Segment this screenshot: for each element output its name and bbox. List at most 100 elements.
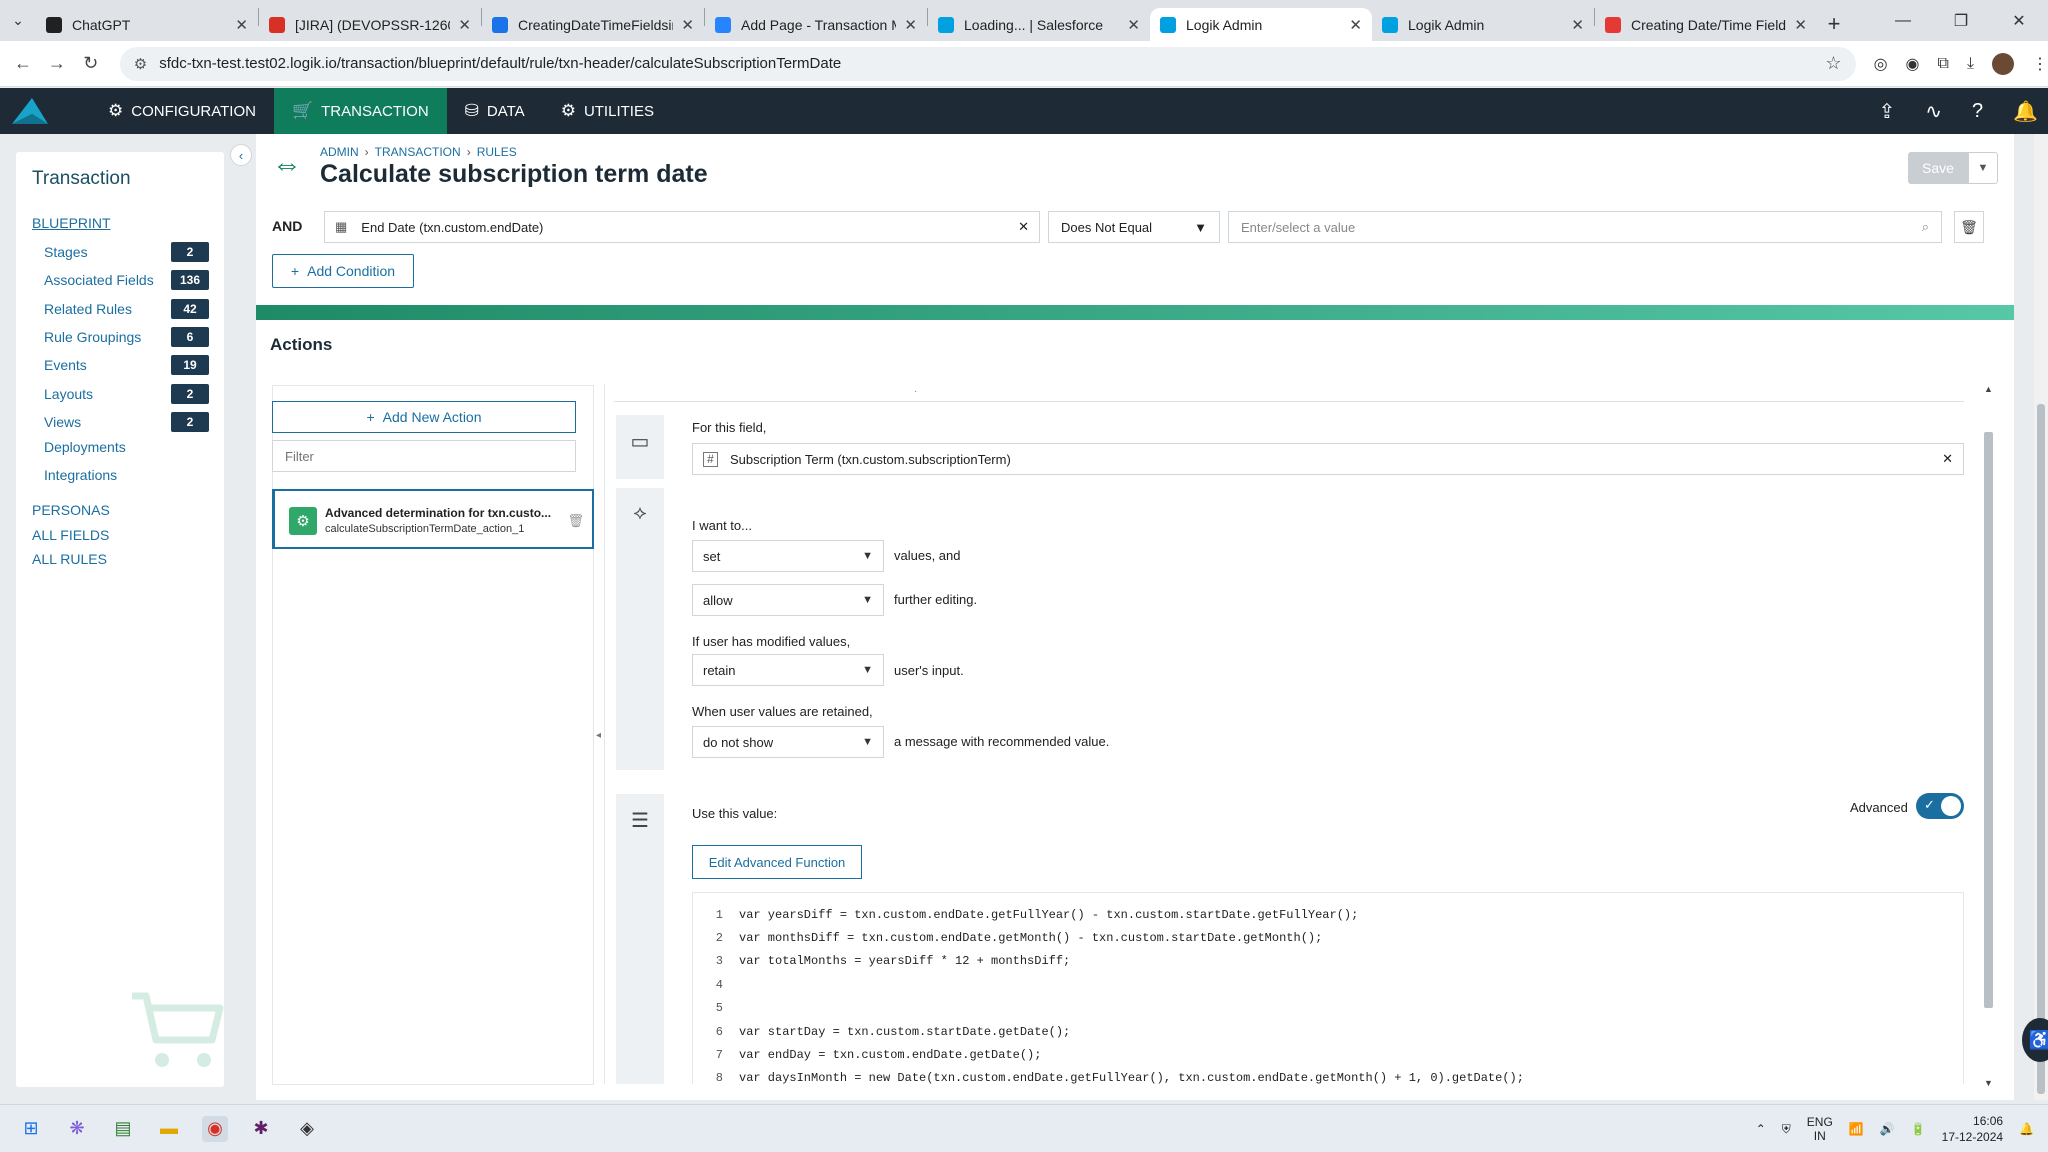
retain-input-select[interactable]: retain ▼ (692, 654, 884, 686)
sidebar-all-fields-link[interactable]: ALL FIELDS (32, 527, 109, 543)
close-tab-icon[interactable]: ✕ (235, 16, 248, 34)
nav-utilities[interactable]: ⚙ UTILITIES (543, 88, 672, 134)
page-scrollbar[interactable] (2034, 134, 2048, 1100)
browser-tab[interactable]: ChatGPT ✕ (36, 8, 258, 41)
advanced-toggle[interactable]: ✓ (1916, 793, 1964, 819)
wifi-icon[interactable]: 📶 (1849, 1122, 1864, 1136)
app-icon[interactable]: ◈ (294, 1116, 320, 1142)
restore-icon[interactable]: ❐ (1932, 0, 1990, 41)
nav-transaction[interactable]: 🛒 TRANSACTION (273, 88, 447, 134)
sidebar-item-related-rules[interactable]: Related Rules 42 (44, 298, 209, 320)
sidebar-item-views[interactable]: Views 2 (44, 411, 209, 433)
condition-value-input[interactable]: Enter/select a value ⌕ (1228, 211, 1942, 243)
close-tab-icon[interactable]: ✕ (1794, 16, 1807, 34)
sidebar-all-rules-link[interactable]: ALL RULES (32, 551, 107, 567)
tray-overflow-icon[interactable]: ⌃ (1756, 1122, 1766, 1136)
sidebar-item-rule-groupings[interactable]: Rule Groupings 6 (44, 326, 209, 348)
close-tab-icon[interactable]: ✕ (904, 16, 917, 34)
sidebar-item-deployments[interactable]: Deployments (44, 436, 209, 458)
scroll-down-icon[interactable]: ▼ (1984, 1078, 1993, 1088)
copilot-icon[interactable]: ❋ (64, 1116, 90, 1142)
close-tab-icon[interactable]: ✕ (458, 16, 471, 34)
clock[interactable]: 16:06 17-12-2024 (1942, 1113, 2003, 1145)
site-info-icon[interactable]: ⚙ (134, 55, 147, 73)
battery-icon[interactable]: 🔋 (1911, 1122, 1926, 1136)
sidebar-item-stages[interactable]: Stages 2 (44, 241, 209, 263)
edit-advanced-function-button[interactable]: Edit Advanced Function (692, 845, 862, 879)
code-editor[interactable]: 1 var yearsDiff = txn.custom.endDate.getF… (692, 892, 1964, 1084)
minimize-icon[interactable]: — (1874, 0, 1932, 41)
close-window-icon[interactable]: ✕ (1990, 0, 2048, 41)
browser-tab[interactable]: Loading... | Salesforce ✕ (928, 8, 1150, 41)
notification-icon[interactable]: 🔔 (2019, 1122, 2034, 1136)
breadcrumb-transaction[interactable]: TRANSACTION (375, 145, 461, 159)
close-tab-icon[interactable]: ✕ (1571, 16, 1584, 34)
target-field-select[interactable]: # Subscription Term (txn.custom.subscrip… (692, 443, 1964, 475)
file-explorer-icon[interactable]: ▬ (156, 1116, 182, 1142)
panel-splitter[interactable] (604, 384, 605, 1084)
sidebar-item-associated-fields[interactable]: Associated Fields 136 (44, 269, 209, 291)
show-message-select[interactable]: do not show ▼ (692, 726, 884, 758)
scroll-up-icon[interactable]: ▲ (1984, 384, 1993, 394)
address-bar[interactable]: ⚙ sfdc-txn-test.test02.logik.io/transact… (119, 46, 1856, 81)
delete-condition-button[interactable]: 🗑 (1954, 211, 1984, 243)
profile-avatar[interactable] (1992, 52, 2015, 75)
password-extension-icon[interactable]: ◎ (1874, 54, 1888, 74)
language-indicator[interactable]: ENG IN (1807, 1115, 1833, 1143)
detail-scrollbar[interactable]: ▲ ▼ (1982, 384, 1994, 1088)
close-tab-icon[interactable]: ✕ (1127, 16, 1140, 34)
browser-tab[interactable]: Add Page - Transaction Man ✕ (705, 8, 927, 41)
browser-tab[interactable]: CreatingDateTimeFieldsinLo ✕ (482, 8, 704, 41)
bookmark-star-icon[interactable]: ☆ (1825, 53, 1841, 74)
sidebar-blueprint-link[interactable]: BLUEPRINT (32, 215, 111, 231)
save-button[interactable]: Save (1908, 152, 1968, 184)
volume-icon[interactable]: 🔊 (1880, 1122, 1895, 1136)
nav-configuration[interactable]: ⚙ CONFIGURATION (90, 88, 274, 134)
kebab-menu-icon[interactable]: ⋮ (2032, 54, 2048, 74)
splitter-handle-icon[interactable]: ◂ (596, 730, 601, 741)
browser-tab[interactable]: Logik Admin ✕ (1150, 8, 1372, 41)
extension-icon[interactable]: ◉ (1906, 54, 1920, 74)
chrome-icon[interactable]: ◉ (202, 1115, 228, 1142)
accessibility-helper-icon[interactable]: ♿ (2022, 1018, 2048, 1062)
sidebar-personas-link[interactable]: PERSONAS (32, 502, 110, 518)
breadcrumb-rules[interactable]: RULES (477, 145, 517, 159)
close-tab-icon[interactable]: ✕ (681, 16, 694, 34)
sidebar-collapse-button[interactable]: ‹ (230, 144, 252, 166)
browser-tab[interactable]: Creating Date/Time Fields in ✕ (1595, 8, 1817, 41)
breadcrumb-admin[interactable]: ADMIN (320, 145, 359, 159)
help-icon[interactable]: ? (1972, 100, 1983, 123)
notes-app-icon[interactable]: ▤ (110, 1116, 136, 1142)
save-dropdown-button[interactable]: ▼ (1968, 152, 1998, 184)
new-tab-button[interactable]: + (1817, 11, 1851, 37)
condition-field-select[interactable]: ▦ End Date (txn.custom.endDate) ✕ (324, 211, 1040, 243)
sidebar-item-layouts[interactable]: Layouts 2 (44, 383, 209, 405)
condition-operator-select[interactable]: Does Not Equal ▼ (1048, 211, 1220, 243)
browser-tab[interactable]: Logik Admin ✕ (1372, 8, 1594, 41)
clear-field-icon[interactable]: ✕ (1018, 219, 1029, 235)
forward-icon[interactable]: → (40, 53, 74, 74)
download-icon[interactable]: ⤓ (1967, 55, 1974, 73)
slack-icon[interactable]: ✱ (248, 1116, 274, 1142)
logik-logo[interactable] (0, 88, 60, 134)
export-icon[interactable]: ⇪ (1878, 99, 1895, 124)
scroll-thumb[interactable] (1984, 432, 1993, 1008)
clear-field-icon[interactable]: ✕ (1942, 451, 1953, 467)
allow-editing-select[interactable]: allow ▼ (692, 584, 884, 616)
add-condition-button[interactable]: + Add Condition (272, 254, 414, 288)
page-scroll-thumb[interactable] (2037, 404, 2045, 1094)
delete-action-icon[interactable]: 🗑 (567, 513, 584, 529)
security-icon[interactable]: ⛨ (1782, 1122, 1791, 1137)
action-list-item[interactable]: ⚙ Advanced determination for txn.custo..… (272, 489, 594, 549)
activity-icon[interactable]: ∿ (1925, 99, 1942, 124)
close-tab-icon[interactable]: ✕ (1349, 16, 1362, 34)
reload-icon[interactable]: ↻ (74, 53, 108, 74)
action-filter-input[interactable] (272, 440, 576, 472)
back-icon[interactable]: ← (6, 53, 40, 74)
sidebar-item-integrations[interactable]: Integrations (44, 464, 209, 486)
browser-tab[interactable]: [JIRA] (DEVOPSSR-1260) Acc ✕ (259, 8, 481, 41)
nav-data[interactable]: ⛁ DATA (447, 88, 543, 134)
set-values-select[interactable]: set ▼ (692, 540, 884, 572)
windows-start-icon[interactable]: ⊞ (18, 1116, 44, 1142)
add-new-action-button[interactable]: + Add New Action (272, 401, 576, 433)
